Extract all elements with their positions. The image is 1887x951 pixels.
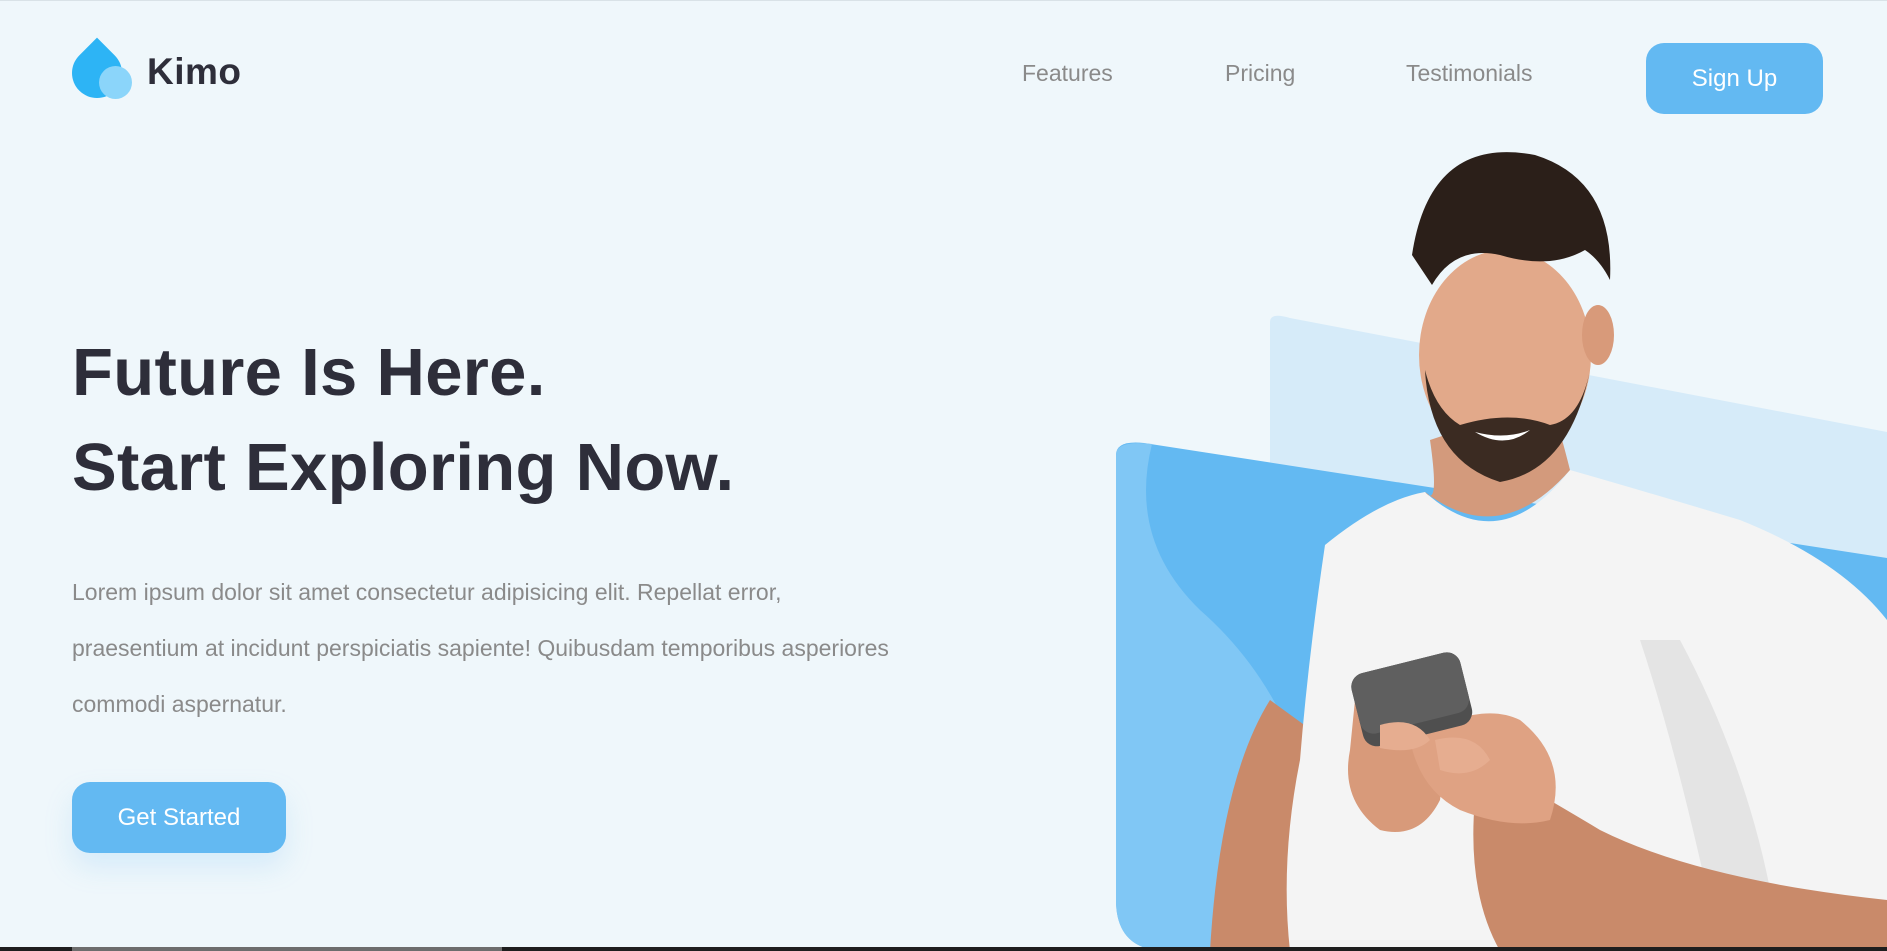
bottom-edge-bar: [0, 947, 1887, 951]
man-smiling-at-smartphone-photo: [1116, 152, 1887, 951]
hero-description-line-2: praesentium at incidunt perspiciatis sap…: [72, 635, 889, 661]
brand-logo-link[interactable]: Kimo: [61, 37, 242, 109]
nav-link-features[interactable]: Features: [1022, 60, 1113, 87]
hero-title-line-2: Start Exploring Now.: [72, 430, 735, 505]
hero-title: Future Is Here. Start Exploring Now.: [72, 325, 734, 515]
nav-link-pricing[interactable]: Pricing: [1225, 60, 1295, 87]
ear: [1582, 305, 1614, 365]
bottom-edge-segment: [72, 947, 502, 951]
landing-page: Kimo Features Pricing Testimonials Sign …: [0, 0, 1887, 951]
navbar: Kimo Features Pricing Testimonials Sign …: [0, 0, 1887, 155]
brand-name: Kimo: [147, 51, 242, 92]
hero-illustration: [1080, 140, 1887, 951]
hero-description: Lorem ipsum dolor sit amet consectetur a…: [72, 564, 952, 732]
hero-description-line-1: Lorem ipsum dolor sit amet consectetur a…: [72, 579, 782, 605]
get-started-button[interactable]: Get Started: [72, 782, 286, 853]
hero-title-line-1: Future Is Here.: [72, 335, 546, 410]
water-drops-icon: [61, 37, 136, 109]
hero-description-line-3: commodi aspernatur.: [72, 691, 287, 717]
logo-drop-small: [99, 66, 132, 99]
sign-up-button[interactable]: Sign Up: [1646, 43, 1823, 114]
nav-link-testimonials[interactable]: Testimonials: [1406, 60, 1533, 87]
